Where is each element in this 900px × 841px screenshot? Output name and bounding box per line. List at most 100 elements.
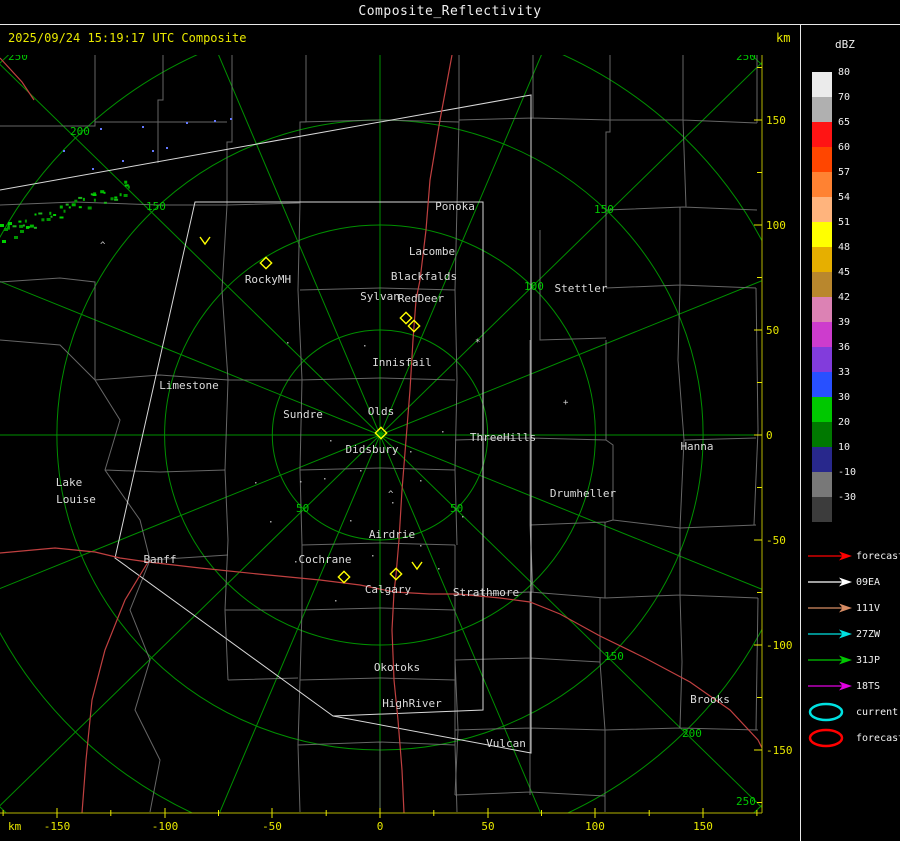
precip-pixel (78, 196, 83, 199)
legend-item-forecast: forecast (806, 543, 900, 569)
precip-pixel (33, 226, 37, 229)
city-label-highriver: HighRiver (382, 697, 442, 710)
precip-pixel-weak (152, 150, 154, 152)
axis-tick-label: 100 (585, 820, 605, 833)
colorbar-swatch (812, 397, 832, 422)
point-echo (324, 478, 326, 480)
colorbar-swatch (812, 372, 832, 397)
city-label-lacombe: Lacombe (409, 245, 455, 258)
city-labels: Ponoka Lacombe Blackfalds RedDeerSylvan Rock… (56, 200, 730, 750)
city-label-banff: Banff (143, 553, 176, 566)
precip-pixel (68, 206, 71, 209)
colorbar-swatch (812, 497, 832, 522)
axis-tick-label: -50 (262, 820, 282, 833)
precip-pixel (38, 212, 43, 215)
precip-pixel (103, 191, 106, 194)
precip-pixel (18, 220, 22, 223)
axis-tick-label: 0 (377, 820, 384, 833)
colorbar-swatch (812, 272, 832, 297)
precip-pixel (127, 185, 130, 189)
colorbar-swatch (812, 297, 832, 322)
precip-pixel (29, 224, 34, 228)
axis-tick-label: 100 (766, 219, 786, 232)
wind-barb-marker (411, 561, 423, 571)
echo-glyph: + (563, 398, 569, 408)
city-label-olds: Olds (368, 405, 395, 418)
point-echo (420, 545, 422, 547)
legend-item-18TS: 18TS (806, 673, 900, 699)
precip-pixel (26, 226, 30, 229)
echo-glyph: ^ (388, 490, 394, 500)
side-panel: dBZ 80 70 65 60 57 54 51 48 45 42 39 36 33 30 20 10 -10-… (801, 25, 900, 841)
point-echo (300, 481, 302, 483)
precip-pixel (103, 201, 107, 204)
precip-pixel-weak (214, 120, 216, 122)
precip-pixel (124, 180, 128, 184)
legend-item-label: forecast (856, 550, 900, 562)
point-echo (442, 431, 444, 433)
window-title: Composite_Reflectivity (0, 0, 900, 25)
precip-pixel-weak (92, 168, 94, 170)
legend-item-forecast-ellipse: forecast (806, 725, 900, 751)
colorbar-swatch (812, 247, 832, 272)
colorbar-swatch (812, 347, 832, 372)
precip-pixel (50, 215, 53, 218)
legend-item-09EA: 09EA (806, 569, 900, 595)
radar-map[interactable]: 250 200 150 100 150 250 50 50 150 200 250 Ponoka La… (0, 51, 800, 841)
city-label-rockymh: RockyMH (245, 273, 291, 286)
precip-pixel (114, 196, 118, 199)
precip-pixel (93, 198, 96, 202)
city-label-threehills: ThreeHills (470, 431, 536, 444)
range-label: 100 (524, 280, 544, 293)
18TS-arrow-icon (808, 681, 852, 691)
city-label-limestone: Limestone (159, 379, 219, 392)
precip-pixel (53, 214, 57, 216)
precip-pixel (87, 206, 92, 210)
colorbar-swatch (812, 122, 832, 147)
range-label: 50 (450, 502, 463, 515)
city-label-lake: Lake (56, 476, 83, 489)
point-echo (350, 520, 352, 522)
forecast-ellipse-icon (808, 728, 844, 748)
precip-pixel (92, 194, 97, 196)
echo-glyph: * (475, 338, 480, 348)
legend-item-111V: 111V (806, 595, 900, 621)
precip-pixel (110, 197, 114, 201)
precip-pixel (59, 216, 64, 219)
colorbar-swatch (812, 447, 832, 472)
axis-tick-label: -150 (44, 820, 71, 833)
colorbar-label: -30 (838, 492, 857, 503)
axis-tick-label: 150 (766, 114, 786, 127)
city-label-stettler: Stettler (555, 282, 608, 295)
27ZW-arrow-icon (808, 629, 852, 639)
precip-pixel (82, 197, 85, 201)
echo-glyphs: * + ^ ^ (100, 241, 569, 500)
legend-item-27ZW: 27ZW (806, 621, 900, 647)
precip-pixel (46, 218, 51, 221)
colorbar-swatch (812, 172, 832, 197)
precip-pixel (49, 211, 52, 215)
legend-item-label: 111V (856, 602, 881, 614)
timestamp: 2025/09/24 15:19:17 UTC Composite (8, 31, 247, 45)
axis-tick-label: -100 (152, 820, 179, 833)
current-ellipse-icon (808, 702, 844, 722)
legend-item-label: 18TS (856, 680, 881, 692)
precip-pixel (0, 224, 4, 227)
city-label-calgary: Calgary (365, 583, 412, 596)
colorbar-title: dBZ (835, 38, 855, 51)
point-echo (438, 568, 440, 570)
range-label: 150 (594, 203, 614, 216)
city-label-okotoks: Okotoks (374, 661, 420, 674)
precip-pixel (78, 206, 82, 209)
precip-pixel (19, 224, 24, 228)
precip-pixel-weak (186, 122, 188, 124)
axis-tick-label: 50 (766, 324, 779, 337)
precip-pixel (12, 225, 17, 228)
precip-pixel (114, 198, 119, 201)
axis-tick-label: 0 (766, 429, 773, 442)
range-label: 250 (736, 51, 756, 63)
city-label-hanna: Hanna (680, 440, 713, 453)
colorbar-row: -30 (812, 493, 856, 522)
precip-pixel (59, 205, 63, 209)
echo-glyph: ^ (100, 241, 106, 251)
